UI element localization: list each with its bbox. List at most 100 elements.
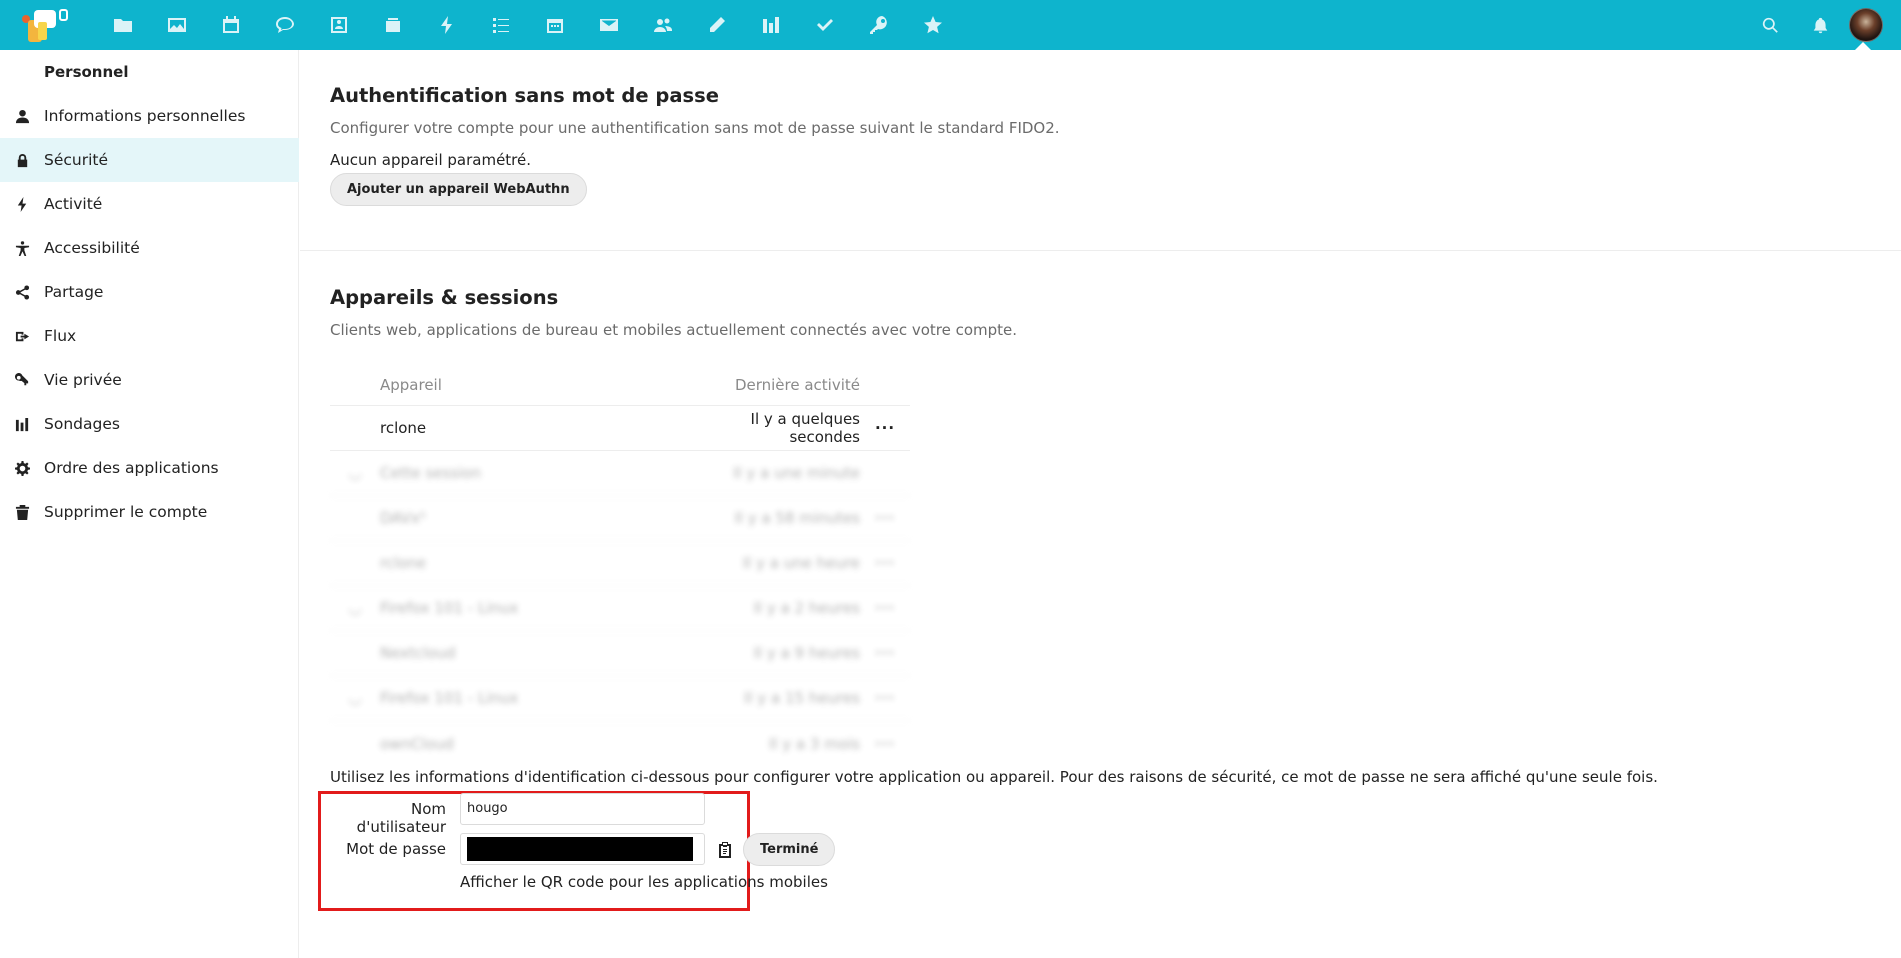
sidebar-item-label: Activité: [44, 195, 103, 213]
device-name: Nextcloud: [380, 644, 456, 662]
device-name: Firefox 101 - Linux: [380, 689, 519, 707]
sidebar-item-activity[interactable]: Activité: [0, 182, 299, 226]
last-activity: Il y a 3 mois: [768, 734, 860, 753]
done-button[interactable]: Terminé: [743, 833, 836, 866]
table-row: rclone Il y a une heure ···: [330, 541, 910, 586]
device-name: DAVx⁵: [380, 509, 426, 527]
last-activity: Il y a 9 heures: [753, 644, 860, 662]
row-menu-button[interactable]: ···: [860, 554, 910, 572]
sidebar-item-app-order[interactable]: Ordre des applications: [0, 446, 299, 490]
sidebar-caption: Personnel: [44, 63, 129, 81]
show-qr-code-link[interactable]: Afficher le QR code pour les application…: [460, 873, 828, 891]
deck-icon[interactable]: [366, 0, 420, 50]
row-menu-button[interactable]: ···: [860, 689, 910, 707]
username-label: Nom d'utilisateur: [356, 800, 446, 836]
sessions-section: Appareils & sessions Clients web, applic…: [330, 286, 1830, 339]
polls-icon: [14, 416, 30, 432]
key-icon: [14, 372, 30, 388]
sidebar-item-flux[interactable]: Flux: [0, 314, 299, 358]
calendar2-icon[interactable]: [528, 0, 582, 50]
sidebar-item-label: Accessibilité: [44, 239, 140, 257]
sidebar-item-sharing[interactable]: Partage: [0, 270, 299, 314]
bell-icon[interactable]: [1795, 0, 1845, 50]
table-row: DAVx⁵ Il y a 58 minutes ···: [330, 496, 910, 541]
activity-icon: [14, 196, 30, 212]
check-icon[interactable]: [798, 0, 852, 50]
table-row: ◡ Firefox 101 - Linux Il y a 15 heures ·…: [330, 676, 910, 721]
row-menu-button[interactable]: ···: [860, 419, 910, 437]
sidebar-item-label: Supprimer le compte: [44, 503, 208, 521]
sidebar-item-label: Sondages: [44, 415, 120, 433]
row-menu-button[interactable]: ···: [860, 644, 910, 662]
row-menu-button[interactable]: ···: [860, 735, 910, 753]
last-activity: Il y a quelques secondes: [750, 410, 860, 446]
last-activity: Il y a 15 heures: [744, 689, 860, 707]
table-row: ownCloud Il y a 3 mois ···: [330, 721, 910, 766]
trash-icon: [14, 504, 30, 520]
passwordless-section: Authentification sans mot de passe Confi…: [330, 84, 1060, 206]
main-content: Authentification sans mot de passe Confi…: [300, 50, 1901, 958]
flux-icon: [14, 328, 30, 344]
contacts-icon[interactable]: [312, 0, 366, 50]
sidebar-item-label: Vie privée: [44, 371, 122, 389]
clipboard-icon[interactable]: [716, 841, 734, 859]
sidebar-item-personal-info[interactable]: Informations personnelles: [0, 94, 299, 138]
last-activity: Il y a 58 minutes: [734, 509, 860, 527]
sidebar-item-security[interactable]: Sécurité: [0, 138, 299, 182]
image-icon[interactable]: [150, 0, 204, 50]
password-value-redacted: [467, 837, 693, 861]
sidebar-item-label: Informations personnelles: [44, 107, 246, 125]
sidebar-item-polls[interactable]: Sondages: [0, 402, 299, 446]
last-activity: Il y a une heure: [742, 554, 860, 572]
sidebar-item-label: Sécurité: [44, 151, 109, 169]
avatar[interactable]: [1849, 8, 1883, 42]
section-title: Authentification sans mot de passe: [330, 84, 719, 107]
username-field[interactable]: hougo: [460, 793, 705, 825]
search-icon[interactable]: [1745, 0, 1795, 50]
sidebar-item-privacy[interactable]: Vie privée: [0, 358, 299, 402]
add-webauthn-button[interactable]: Ajouter un appareil WebAuthn: [330, 173, 587, 206]
nextcloud-logo[interactable]: [18, 4, 68, 46]
tasks-icon[interactable]: [474, 0, 528, 50]
device-name: rclone: [380, 554, 427, 572]
talk-icon[interactable]: [258, 0, 312, 50]
col-last-activity: Dernière activité: [734, 375, 860, 394]
polls-icon[interactable]: [744, 0, 798, 50]
webauthn-status: Aucun appareil paramétré.: [330, 151, 532, 169]
sidebar-item-accessibility[interactable]: Accessibilité: [0, 226, 299, 270]
settings-sidebar: Personnel Informations personnelles Sécu…: [0, 50, 299, 958]
table-row: Nextcloud Il y a 9 heures ···: [330, 631, 910, 676]
circles-icon[interactable]: [636, 0, 690, 50]
user-icon: [14, 108, 30, 124]
share-icon: [14, 284, 30, 300]
browser-icon: ◡: [348, 464, 362, 482]
device-name: ownCloud: [380, 734, 454, 753]
sidebar-item-label: Partage: [44, 283, 104, 301]
folder-icon[interactable]: [96, 0, 150, 50]
password-label: Mot de passe: [346, 840, 446, 858]
table-row: ◡ Cette session Il y a une minute: [330, 451, 910, 496]
section-divider: [300, 250, 1901, 251]
sidebar-item-delete-account[interactable]: Supprimer le compte: [0, 490, 299, 534]
sidebar-item-label: Ordre des applications: [44, 459, 219, 477]
caret-indicator: [1855, 42, 1871, 50]
passwords-icon[interactable]: [852, 0, 906, 50]
last-activity: Il y a une minute: [733, 464, 860, 482]
activity-icon[interactable]: [420, 0, 474, 50]
section-description: Configurer votre compte pour une authent…: [330, 119, 1060, 137]
table-row: rclone Il y a quelques secondes ···: [330, 406, 910, 451]
mail-icon[interactable]: [582, 0, 636, 50]
calendar-icon[interactable]: [204, 0, 258, 50]
device-name: Cette session: [380, 464, 481, 482]
app-navigation: [96, 0, 960, 50]
sidebar-item-label: Flux: [44, 327, 77, 345]
section-description: Clients web, applications de bureau et m…: [330, 321, 1018, 339]
row-menu-button[interactable]: ···: [860, 509, 910, 527]
row-menu-button[interactable]: ···: [860, 599, 910, 617]
table-row: ◡ Firefox 101 - Linux Il y a 2 heures ··…: [330, 586, 910, 631]
lock-icon: [14, 152, 30, 168]
star-icon[interactable]: [906, 0, 960, 50]
notes-icon[interactable]: [690, 0, 744, 50]
sessions-table: Appareil Dernière activité rclone Il y a…: [330, 364, 910, 766]
top-bar: [0, 0, 1901, 50]
